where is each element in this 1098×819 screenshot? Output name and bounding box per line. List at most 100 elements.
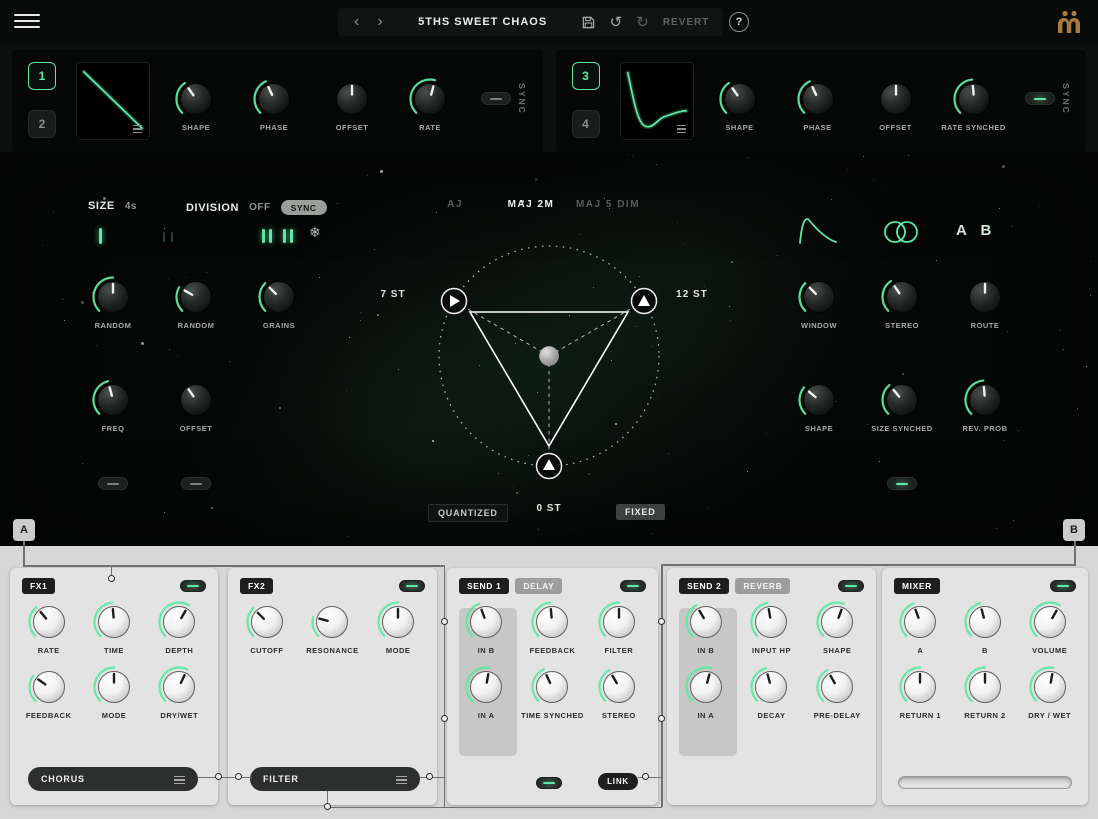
preset-prev-button[interactable]: ‹: [352, 14, 361, 30]
knob-dial[interactable]: [330, 77, 374, 121]
preset-name[interactable]: 5THS SWEET CHAOS: [399, 16, 567, 28]
preset-next-button[interactable]: ›: [375, 14, 384, 30]
knob-random[interactable]: RANDOM: [81, 275, 145, 330]
knob-pre-delay[interactable]: PRE-DELAY: [805, 665, 869, 720]
quantized-button[interactable]: QUANTIZED: [428, 504, 508, 522]
knob-rev-prob[interactable]: REV. PROB: [953, 378, 1017, 433]
knob-dial[interactable]: [174, 275, 218, 319]
knob-resonance[interactable]: RESONANCE: [300, 600, 364, 655]
knob-offset[interactable]: OFFSET: [864, 77, 928, 132]
lfo2-waveform-display[interactable]: [620, 62, 694, 140]
knob-size-synched[interactable]: SIZE SYNCHED: [870, 378, 934, 433]
knob-dial[interactable]: [1028, 600, 1072, 644]
mixer-fader[interactable]: [898, 776, 1072, 789]
knob-dial[interactable]: [91, 275, 135, 319]
harmony-wheel[interactable]: [360, 172, 740, 522]
knob-filter[interactable]: FILTER: [587, 600, 651, 655]
fx2-enable-toggle[interactable]: [399, 580, 425, 592]
send1-time-sync-toggle[interactable]: [536, 777, 562, 789]
waveform-menu-icon[interactable]: [677, 123, 686, 134]
send2-enable-toggle[interactable]: [838, 580, 864, 592]
lfo-slot-1-button[interactable]: 1: [28, 62, 56, 90]
knob-a[interactable]: A: [888, 600, 952, 655]
knob-shape[interactable]: SHAPE: [164, 77, 228, 132]
knob-dial[interactable]: [464, 600, 508, 644]
harmony-handle-left[interactable]: [442, 289, 467, 314]
fx1-enable-toggle[interactable]: [180, 580, 206, 592]
main-menu-icon[interactable]: [14, 14, 40, 32]
knob-rate[interactable]: RATE: [398, 77, 462, 132]
division-sync-badge[interactable]: SYNC: [281, 200, 327, 215]
knob-dial[interactable]: [898, 665, 942, 709]
knob-dial[interactable]: [157, 665, 201, 709]
knob-in-b[interactable]: IN B: [454, 600, 518, 655]
size-sync-toggle[interactable]: [887, 477, 917, 490]
harmony-handle-bottom[interactable]: [537, 454, 562, 479]
knob-dial[interactable]: [815, 600, 859, 644]
harmony-handle-right[interactable]: [632, 289, 657, 314]
lfo-slot-2-button[interactable]: 2: [28, 110, 56, 138]
knob-dial[interactable]: [963, 275, 1007, 319]
knob-stereo[interactable]: STEREO: [587, 665, 651, 720]
knob-dial[interactable]: [27, 665, 71, 709]
knob-in-a[interactable]: IN A: [454, 665, 518, 720]
offset-mod-toggle[interactable]: [181, 477, 211, 490]
knob-dial[interactable]: [880, 378, 924, 422]
knob-dial[interactable]: [597, 600, 641, 644]
send2-type-badge[interactable]: REVERB: [735, 578, 790, 594]
knob-feedback[interactable]: FEEDBACK: [17, 665, 81, 720]
mixer-enable-toggle[interactable]: [1050, 580, 1076, 592]
knob-dial[interactable]: [874, 77, 918, 121]
knob-stereo[interactable]: STEREO: [870, 275, 934, 330]
knob-dial[interactable]: [91, 378, 135, 422]
knob-volume[interactable]: VOLUME: [1018, 600, 1082, 655]
knob-dial[interactable]: [92, 600, 136, 644]
lfo2-sync-toggle[interactable]: [1025, 92, 1055, 105]
knob-dial[interactable]: [963, 665, 1007, 709]
knob-feedback[interactable]: FEEDBACK: [520, 600, 584, 655]
knob-in-b[interactable]: IN B: [674, 600, 738, 655]
knob-decay[interactable]: DECAY: [739, 665, 803, 720]
knob-dry-wet[interactable]: DRY/WET: [147, 665, 211, 720]
knob-freq[interactable]: FREQ: [81, 378, 145, 433]
knob-dial[interactable]: [963, 600, 1007, 644]
knob-dial[interactable]: [174, 77, 218, 121]
knob-rate[interactable]: RATE: [17, 600, 81, 655]
lfo1-sync-toggle[interactable]: [481, 92, 511, 105]
save-icon[interactable]: [581, 15, 596, 30]
knob-time-synched[interactable]: TIME SYNCHED: [520, 665, 584, 720]
redo-icon[interactable]: ↻: [636, 15, 649, 30]
revert-button[interactable]: REVERT: [663, 17, 710, 28]
knob-b[interactable]: B: [953, 600, 1017, 655]
division-value[interactable]: OFF: [249, 202, 271, 213]
knob-shape[interactable]: SHAPE: [805, 600, 869, 655]
knob-input-hp[interactable]: INPUT HP: [739, 600, 803, 655]
lfo1-waveform-display[interactable]: [76, 62, 150, 140]
knob-dial[interactable]: [963, 378, 1007, 422]
knob-dial[interactable]: [684, 665, 728, 709]
knob-dial[interactable]: [157, 600, 201, 644]
knob-offset[interactable]: OFFSET: [164, 378, 228, 433]
knob-dry-wet[interactable]: DRY / WET: [1018, 665, 1082, 720]
knob-dial[interactable]: [749, 600, 793, 644]
knob-dial[interactable]: [1028, 665, 1072, 709]
knob-dial[interactable]: [797, 275, 841, 319]
knob-in-a[interactable]: IN A: [674, 665, 738, 720]
knob-phase[interactable]: PHASE: [786, 77, 850, 132]
knob-shape[interactable]: SHAPE: [787, 378, 851, 433]
send1-type-badge[interactable]: DELAY: [515, 578, 562, 594]
stereo-circles-icon[interactable]: [878, 218, 924, 246]
knob-mode[interactable]: MODE: [82, 665, 146, 720]
knob-depth[interactable]: DEPTH: [147, 600, 211, 655]
route-ab-label[interactable]: A B: [956, 222, 996, 239]
knob-dial[interactable]: [898, 600, 942, 644]
knob-dial[interactable]: [815, 665, 859, 709]
knob-dial[interactable]: [408, 77, 452, 121]
freq-mod-toggle[interactable]: [98, 477, 128, 490]
undo-icon[interactable]: ↺: [610, 15, 623, 30]
knob-dial[interactable]: [92, 665, 136, 709]
knob-dial[interactable]: [796, 77, 840, 121]
knob-dial[interactable]: [464, 665, 508, 709]
fixed-button[interactable]: FIXED: [616, 504, 665, 520]
fx1-type-dropdown[interactable]: CHORUS: [28, 767, 198, 791]
